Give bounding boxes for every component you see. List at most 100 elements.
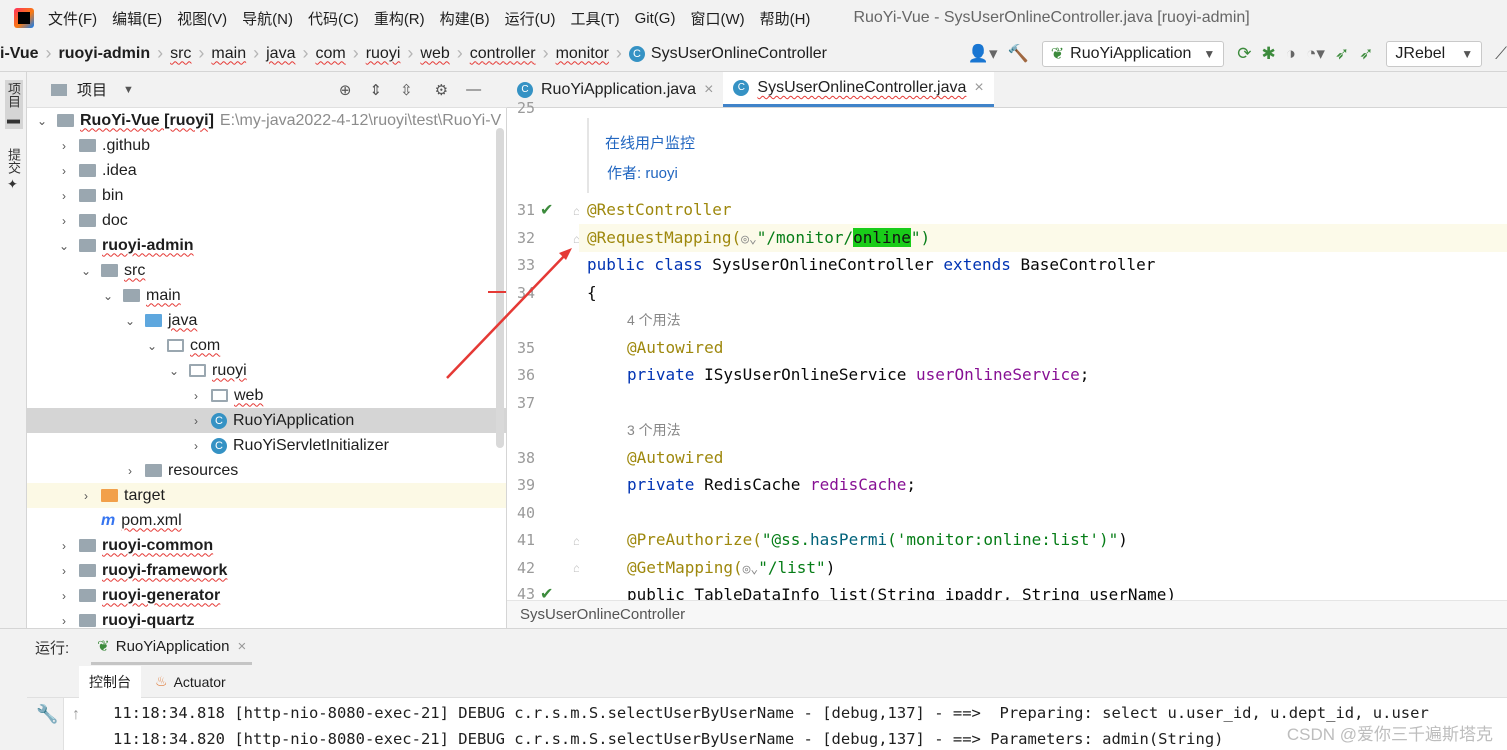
profile-icon[interactable]: ◔▾ <box>1306 44 1325 64</box>
menu-tools[interactable]: 工具(T) <box>570 8 619 29</box>
tree-row[interactable]: › C RuoYiApplication <box>27 408 506 433</box>
chevron-right-icon[interactable]: › <box>57 164 71 178</box>
tree-row[interactable]: › ruoyi-framework <box>27 558 506 583</box>
jrebel-select[interactable]: JRebel ▼ <box>1386 41 1483 67</box>
user-icon[interactable]: 👤▾ <box>968 44 998 64</box>
crumb-src[interactable]: src <box>170 45 191 63</box>
tool-tab-project[interactable]: 项目 ▬ <box>5 80 23 129</box>
tree-row[interactable]: › ruoyi-common <box>27 533 506 558</box>
tree-row[interactable]: › bin <box>27 183 506 208</box>
rerun-icon[interactable]: ⟳ <box>1237 44 1251 64</box>
crumb-class[interactable]: C SysUserOnlineController <box>628 45 827 63</box>
locate-icon[interactable]: ⊕ <box>339 81 352 99</box>
wrench-icon[interactable]: 🔧 <box>36 704 58 725</box>
menu-build[interactable]: 构建(B) <box>440 8 490 29</box>
tree-row[interactable]: › ruoyi-quartz <box>27 608 506 629</box>
usage-hint[interactable]: 3 个用法 <box>627 416 681 444</box>
build-hammer-icon[interactable]: 🔨 <box>1008 44 1029 64</box>
menu-window[interactable]: 窗口(W) <box>690 8 744 29</box>
close-icon[interactable]: × <box>974 79 983 97</box>
tree-row[interactable]: › doc <box>27 208 506 233</box>
tab-console[interactable]: 控制台 <box>79 665 141 698</box>
run-config-select[interactable]: ❦ RuoYiApplication ▼ <box>1041 41 1225 67</box>
tree-row[interactable]: › C RuoYiServletInitializer <box>27 433 506 458</box>
coverage-icon[interactable]: ◑ <box>1286 44 1296 64</box>
tree-row[interactable]: › web <box>27 383 506 408</box>
scroll-up-icon[interactable]: ↑ <box>72 706 80 724</box>
minimize-icon[interactable]: — <box>466 81 481 98</box>
chevron-right-icon[interactable]: › <box>79 489 93 503</box>
tool-tab-commit[interactable]: 提交 ✦ <box>5 148 23 193</box>
chevron-right-icon[interactable]: › <box>57 189 71 203</box>
close-icon[interactable]: × <box>704 81 713 99</box>
editor-breadcrumb[interactable]: SysUserOnlineController <box>507 600 1507 628</box>
crumb-com[interactable]: com <box>315 45 345 63</box>
crumb-java[interactable]: java <box>266 45 295 63</box>
chevron-right-icon[interactable]: › <box>189 439 203 453</box>
tree-row[interactable]: ⌄ java <box>27 308 506 333</box>
tree-row[interactable]: › .github <box>27 133 506 158</box>
collapse-all-icon[interactable]: ⇳ <box>400 81 413 99</box>
menu-code[interactable]: 代码(C) <box>308 8 359 29</box>
jrebel-debug-icon[interactable]: ➶ <box>1359 44 1373 64</box>
chevron-right-icon[interactable]: › <box>57 214 71 228</box>
tree-row[interactable]: › ruoyi-generator <box>27 583 506 608</box>
crumb-web[interactable]: web <box>420 45 449 63</box>
crumb-project[interactable]: i-Vue <box>0 45 39 63</box>
chevron-right-icon[interactable]: › <box>57 139 71 153</box>
tree-row[interactable]: › target <box>27 483 506 508</box>
menu-file[interactable]: 文件(F) <box>48 8 97 29</box>
chevron-right-icon[interactable]: › <box>123 464 137 478</box>
jrebel-run-icon[interactable]: ➶ <box>1335 44 1349 64</box>
usage-hint[interactable]: 4 个用法 <box>627 306 681 334</box>
tree-row[interactable]: ⌄ ruoyi-admin <box>27 233 506 258</box>
project-panel-title[interactable]: 项目 <box>77 79 107 100</box>
tree-row[interactable]: ⌄ src <box>27 258 506 283</box>
crumb-controller[interactable]: controller <box>470 45 536 63</box>
tree-row[interactable]: ⌄ main <box>27 283 506 308</box>
chevron-down-icon[interactable]: ⌄ <box>167 364 181 378</box>
menu-view[interactable]: 视图(V) <box>177 8 227 29</box>
chevron-right-icon[interactable]: › <box>57 614 71 628</box>
menu-edit[interactable]: 编辑(E) <box>112 8 162 29</box>
tree-row[interactable]: ⌄ RuoYi-Vue [ruoyi] E:\my-java2022-4-12\ru… <box>27 108 506 133</box>
menu-git[interactable]: Git(G) <box>635 10 676 27</box>
expand-all-icon[interactable]: ⇕ <box>369 81 382 99</box>
code-editor[interactable]: 在线用户监控 作者: ruoyi @RestController @Reques… <box>579 108 1507 600</box>
debug-bug-icon[interactable]: ✱ <box>1262 44 1276 64</box>
tab-actuator[interactable]: Actuator <box>174 674 226 690</box>
tree-row[interactable]: › .idea <box>27 158 506 183</box>
more-icon[interactable]: ⟋ <box>1495 44 1507 64</box>
crumb-monitor[interactable]: monitor <box>556 45 609 63</box>
tree-row[interactable]: ⌄ ruoyi <box>27 358 506 383</box>
doc-comment-line: 在线用户监控 <box>605 135 696 152</box>
chevron-right-icon[interactable]: › <box>189 414 203 428</box>
chevron-right-icon[interactable]: › <box>57 589 71 603</box>
chevron-down-icon[interactable]: ⌄ <box>123 314 137 328</box>
chevron-down-icon[interactable]: ⌄ <box>145 339 159 353</box>
chevron-right-icon[interactable]: › <box>189 389 203 403</box>
crumb-ruoyi[interactable]: ruoyi <box>366 45 401 63</box>
close-icon[interactable]: × <box>237 638 246 655</box>
tree-row[interactable]: › resources <box>27 458 506 483</box>
run-tab[interactable]: ❦ RuoYiApplication × <box>91 631 253 665</box>
menu-run[interactable]: 运行(U) <box>505 8 556 29</box>
gear-icon[interactable]: ⚙ <box>435 81 448 99</box>
tab-sys-user-online-controller[interactable]: C SysUserOnlineController.java × <box>723 72 994 107</box>
chevron-down-icon[interactable]: ⌄ <box>101 289 115 303</box>
crumb-module[interactable]: ruoyi-admin <box>59 45 151 63</box>
menu-refactor[interactable]: 重构(R) <box>374 8 425 29</box>
chevron-down-icon[interactable]: ⌄ <box>35 114 49 128</box>
spring-bean-gutter-icon[interactable]: ✔ <box>540 200 553 220</box>
tab-ruoyi-application[interactable]: C RuoYiApplication.java × <box>507 72 723 107</box>
crumb-main[interactable]: main <box>211 45 246 63</box>
tree-row[interactable]: m pom.xml <box>27 508 506 533</box>
menu-help[interactable]: 帮助(H) <box>760 8 811 29</box>
tree-row[interactable]: ⌄ com <box>27 333 506 358</box>
chevron-down-icon[interactable]: ⌄ <box>57 239 71 253</box>
chevron-right-icon[interactable]: › <box>57 564 71 578</box>
menu-navigate[interactable]: 导航(N) <box>242 8 293 29</box>
chevron-down-icon[interactable]: ⌄ <box>79 264 93 278</box>
chevron-down-icon[interactable]: ▼ <box>123 84 134 96</box>
chevron-right-icon[interactable]: › <box>57 539 71 553</box>
